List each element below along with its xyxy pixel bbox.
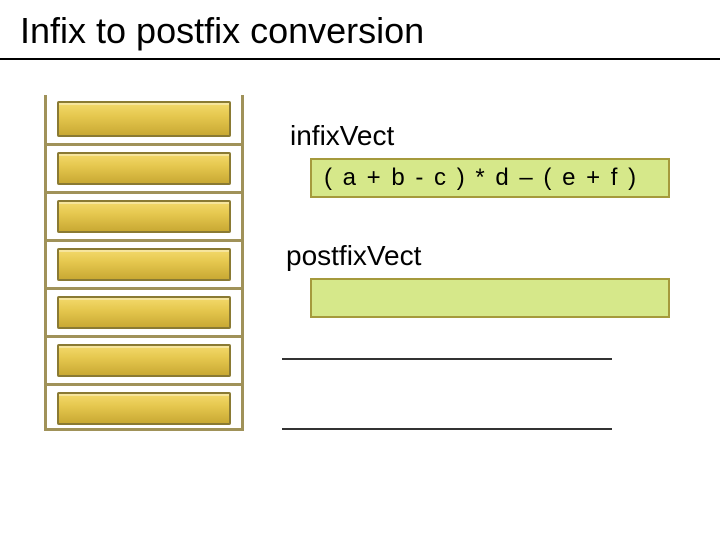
infix-vect-box: ( a + b - c ) * d – ( e + f ) xyxy=(310,158,670,198)
stack-slot xyxy=(47,143,241,191)
stack-block xyxy=(57,296,231,329)
stack-slot xyxy=(47,383,241,431)
stack-slot xyxy=(47,287,241,335)
postfix-label: postfixVect xyxy=(286,240,421,272)
infix-expression: ( a + b - c ) * d – ( e + f ) xyxy=(324,164,638,192)
stack-slot xyxy=(47,335,241,383)
stack-container xyxy=(44,95,244,431)
stack-slot xyxy=(47,239,241,287)
stack-block xyxy=(57,392,231,425)
postfix-vect-box xyxy=(310,278,670,318)
stack-block xyxy=(57,248,231,281)
divider-line xyxy=(282,358,612,360)
stack-block xyxy=(57,200,231,233)
divider-line xyxy=(282,428,612,430)
stack-block xyxy=(57,152,231,185)
page-title: Infix to postfix conversion xyxy=(20,10,424,52)
title-underline xyxy=(0,58,720,60)
stack-block xyxy=(57,344,231,377)
stack-block xyxy=(57,101,231,137)
stack-slot xyxy=(47,95,241,143)
infix-label: infixVect xyxy=(290,120,394,152)
stack-slot xyxy=(47,191,241,239)
